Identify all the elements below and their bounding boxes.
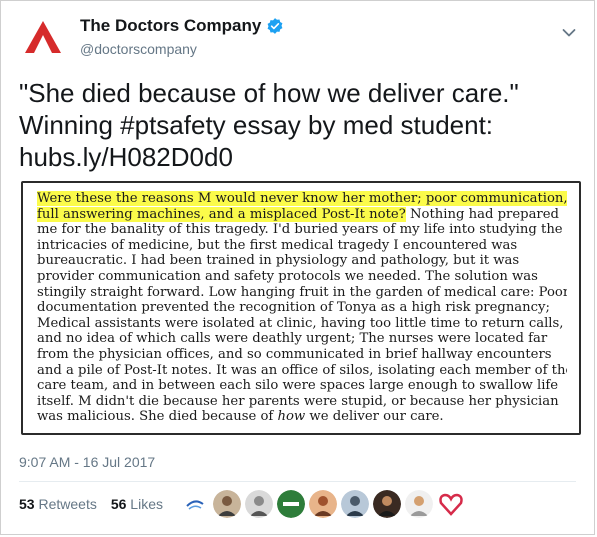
tweet-link[interactable]: hubs.ly/H082D0d0 [19,142,233,172]
tweet-card: The Doctors Company @doctorscompany "She… [0,0,595,535]
retweets-count: 53 [19,496,35,512]
divider [19,481,576,482]
essay-line: and a pile of Post-It notes. It was an o… [37,362,567,378]
tweet-timestamp[interactable]: 9:07 AM - 16 Jul 2017 [19,454,155,470]
essay-line: itself. M didn't die because her parents… [37,393,559,409]
tweet-line-2: Winning #ptsafety essay by med student: [19,110,494,140]
likes-count: 56 [110,496,127,512]
likes-label: Likes [130,496,163,512]
account-name[interactable]: The Doctors Company [80,16,284,36]
liker-avatar[interactable] [373,490,401,518]
liker-avatar[interactable] [277,490,305,518]
account-name-text[interactable]: The Doctors Company [80,16,261,36]
liker-avatar[interactable] [213,490,241,518]
essay-line-2-rest: Nothing had prepared [405,206,559,222]
liker-avatars [181,490,465,518]
essay-italic-word: how [277,409,306,425]
essay-line: bureaucratic. I had been trained in phys… [37,253,520,269]
essay-line-end: we deliver our care. [305,409,444,425]
liker-avatar[interactable] [181,490,209,518]
essay-line: intricacies of medicine, but the first m… [37,237,518,253]
essay-line: me for the banality of this tragedy. I'd… [37,222,563,238]
liker-avatar[interactable] [245,490,273,518]
essay-line: and no idea of which calls were deathly … [37,331,548,347]
essay-line: provider communication and safety protoc… [37,268,538,284]
essay-line: documentation prevented the recognition … [37,300,550,316]
essay-highlight-1: Were these the reasons M would never kno… [37,191,567,206]
engagement-stats: 53 Retweets 56 Likes [19,496,163,512]
essay-image[interactable]: Were these the reasons M would never kno… [21,181,581,435]
retweets-stat[interactable]: 53 Retweets [19,496,97,512]
essay-line: care team, and in between each silo were… [37,378,559,394]
essay-highlight-2: full answering machines, and a misplaced… [37,206,406,222]
doctors-company-logo-avatar[interactable] [19,15,67,63]
retweets-label: Retweets [38,496,97,512]
verified-badge-icon [267,18,283,34]
heart-logo-avatar[interactable] [437,490,465,518]
tweet-line-1: "She died because of how we deliver care… [19,78,519,108]
essay-line: Medical assistants were isolated at clin… [37,315,564,331]
tweet-text: "She died because of how we deliver care… [19,77,579,173]
essay-line: stingily straight forward. Low hanging f… [37,284,567,300]
essay-line: was malicious. She died because of [37,409,278,425]
account-handle[interactable]: @doctorscompany [80,41,197,57]
chevron-down-icon[interactable] [562,28,576,38]
liker-avatar[interactable] [341,490,369,518]
likes-stat[interactable]: 56 Likes [111,496,163,512]
essay-line: from the physician offices, and so commu… [37,346,552,362]
liker-avatar[interactable] [405,490,433,518]
liker-avatar[interactable] [309,490,337,518]
